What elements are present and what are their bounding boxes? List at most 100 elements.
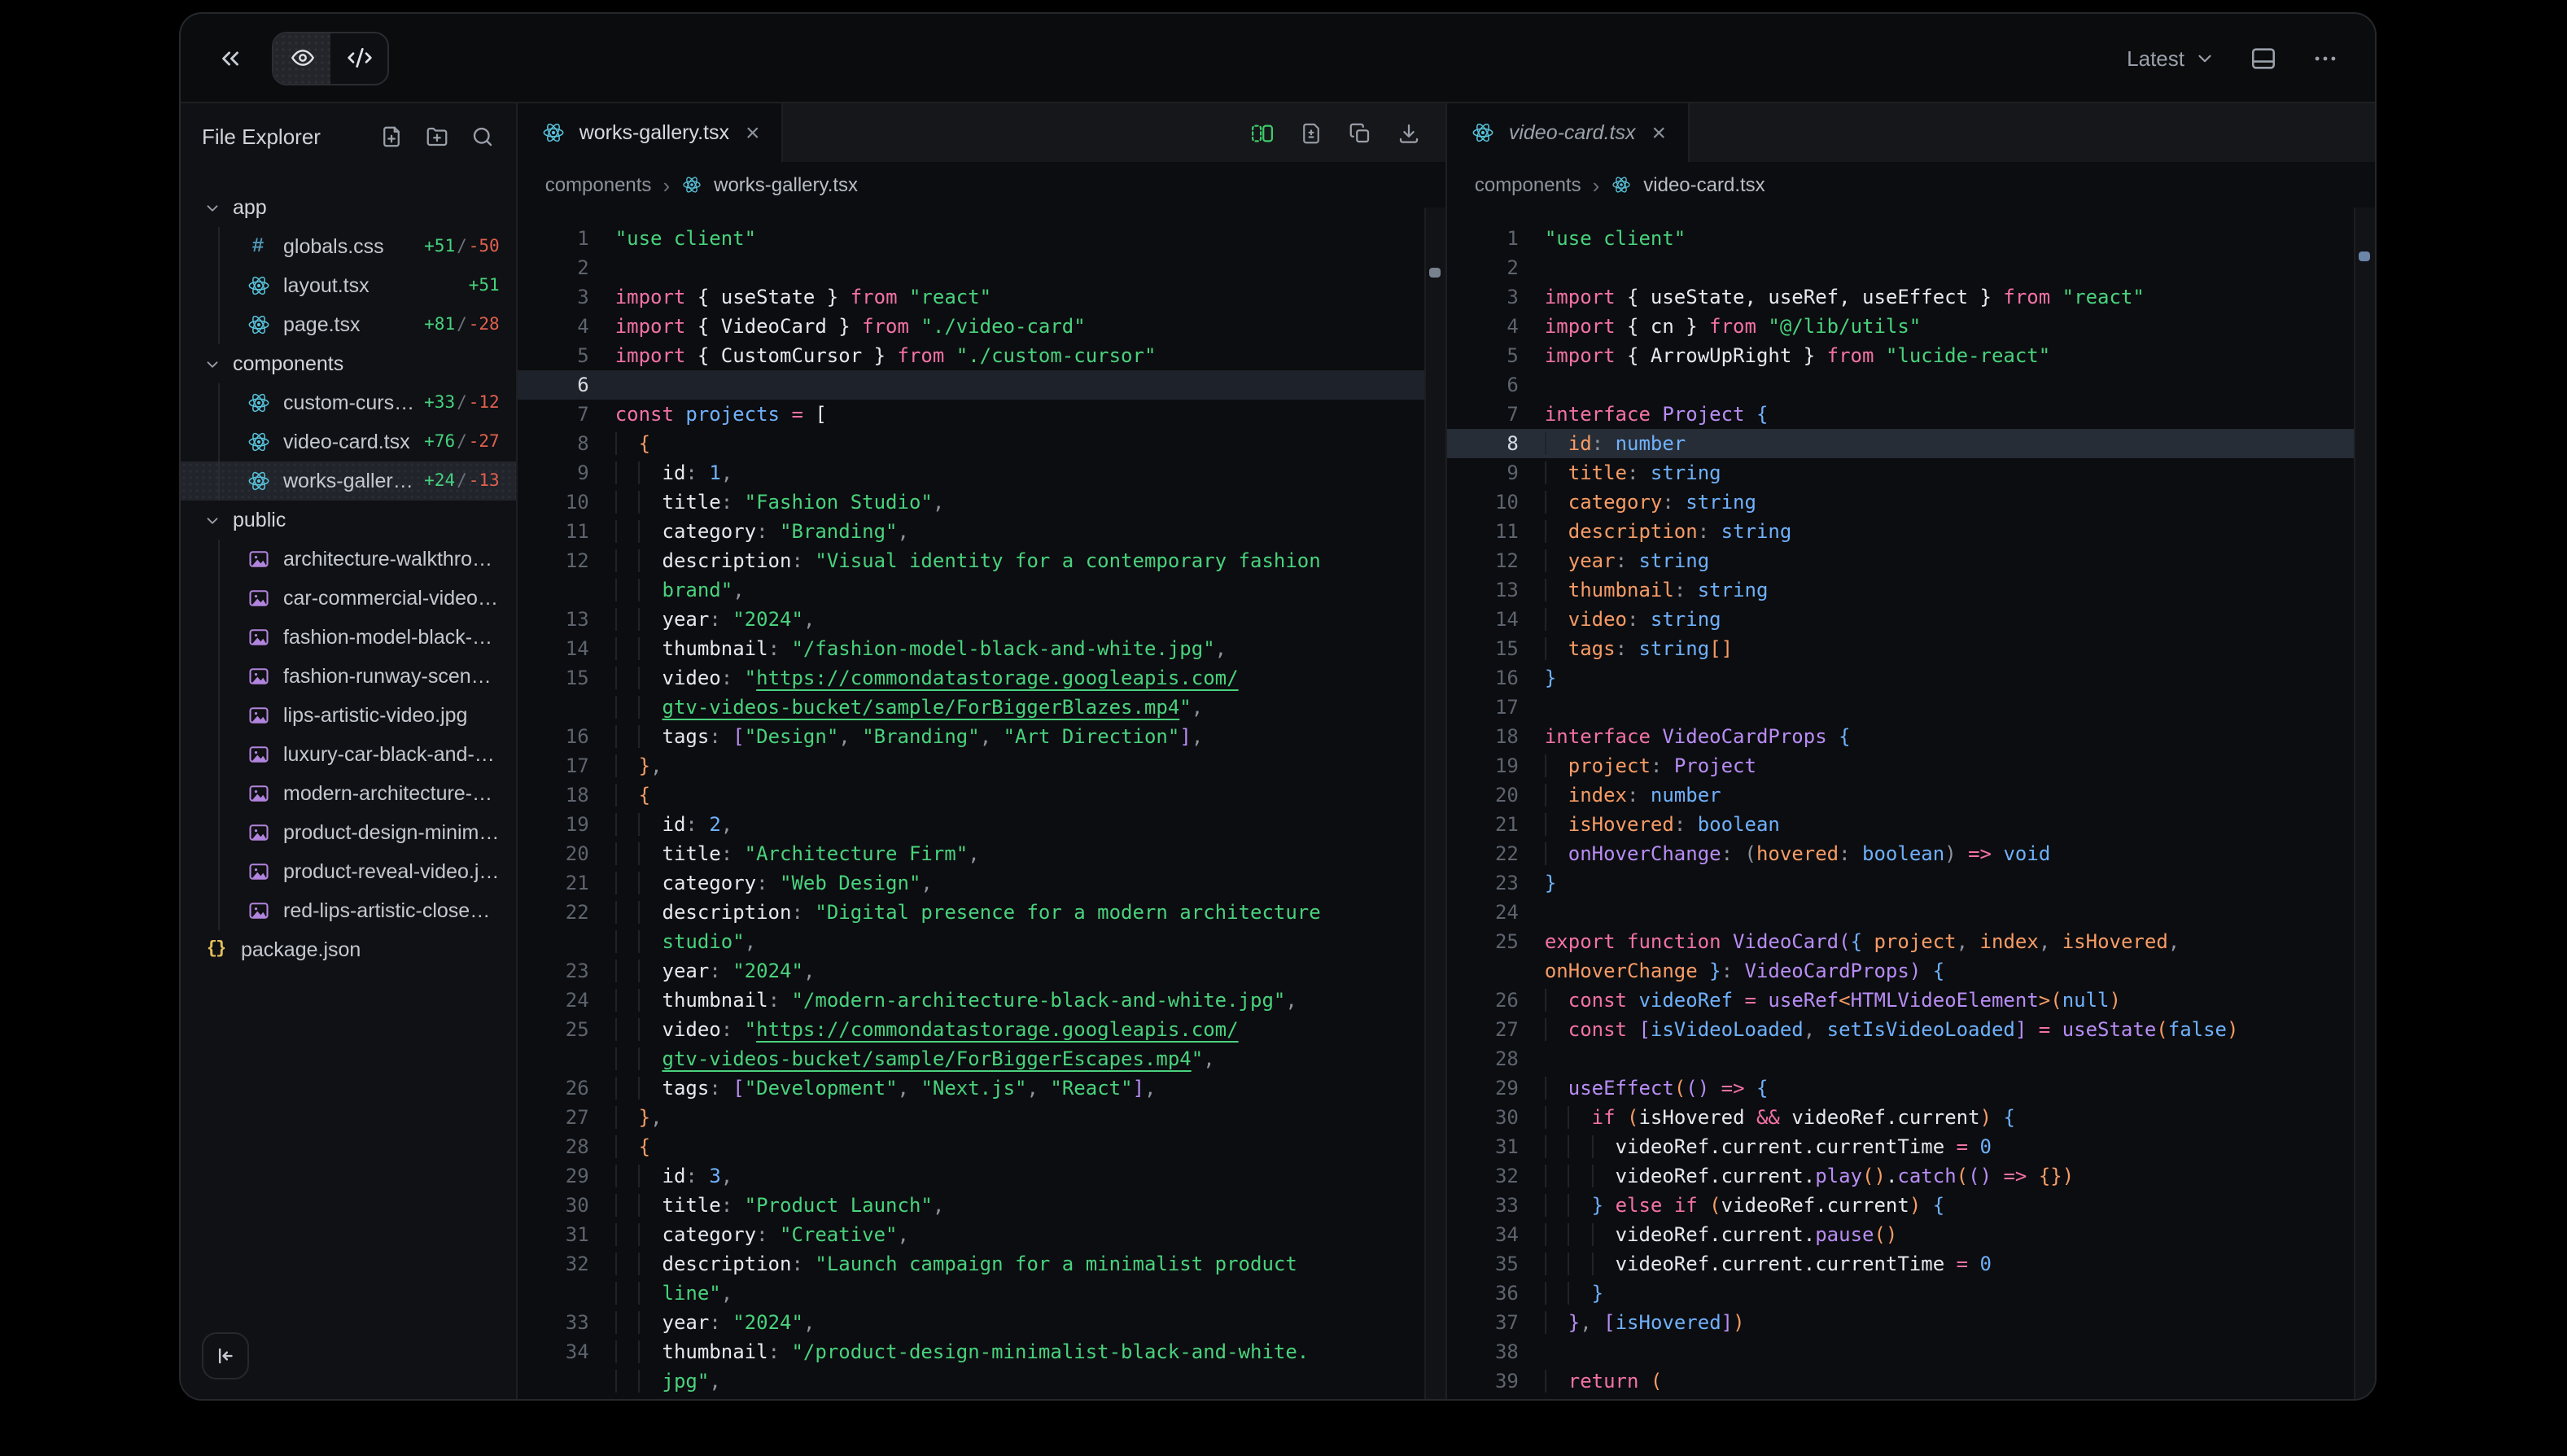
line-content: import { VideoCard } from "./video-card" bbox=[615, 312, 1445, 341]
breadcrumb-folder[interactable]: components bbox=[1475, 173, 1581, 196]
line-number: 25 bbox=[1447, 927, 1545, 956]
code-toggle-button[interactable] bbox=[330, 33, 387, 83]
file-label: product-reveal-video.j… bbox=[283, 860, 499, 883]
line-content: description: "Launch campaign for a mini… bbox=[615, 1249, 1445, 1279]
tree-file-fashion-runway-scen-[interactable]: fashion-runway-scen… bbox=[181, 657, 516, 696]
code-line-26: 26 const videoRef = useRef<HTMLVideoElem… bbox=[1447, 986, 2375, 1015]
tree-file-lips-artistic-video.jpg[interactable]: lips-artistic-video.jpg bbox=[181, 696, 516, 735]
version-dropdown[interactable]: Latest bbox=[2127, 46, 2215, 70]
chevron-down-icon[interactable] bbox=[203, 355, 221, 373]
chevron-down-icon[interactable] bbox=[203, 199, 221, 216]
image-file-icon bbox=[246, 547, 270, 571]
line-number: 5 bbox=[1447, 341, 1545, 370]
eye-icon bbox=[289, 45, 315, 71]
download-icon[interactable] bbox=[1397, 120, 1421, 145]
line-number: 22 bbox=[518, 898, 615, 927]
line-content: video: string bbox=[1545, 605, 2375, 634]
file-diff-icon[interactable] bbox=[1299, 120, 1323, 145]
tab-video-card[interactable]: video-card.tsx × bbox=[1447, 103, 1689, 162]
tree-file-luxury-car-black-and-[interactable]: luxury-car-black-and-… bbox=[181, 735, 516, 774]
line-number: 15 bbox=[518, 663, 615, 693]
breadcrumb-folder[interactable]: components bbox=[545, 173, 652, 196]
tree-file-red-lips-artistic-close-[interactable]: red-lips-artistic-close… bbox=[181, 891, 516, 930]
tree-file-globals.css[interactable]: #globals.css+51/-50 bbox=[181, 227, 516, 266]
tree-file-product-design-minim-[interactable]: product-design-minim… bbox=[181, 813, 516, 852]
image-file-icon bbox=[246, 781, 270, 806]
line-number: 21 bbox=[518, 868, 615, 898]
code-line-21: 21 category: "Web Design", bbox=[518, 868, 1445, 898]
code-line-10: 10 title: "Fashion Studio", bbox=[518, 488, 1445, 517]
line-content: const videoRef = useRef<HTMLVideoElement… bbox=[1545, 986, 2375, 1015]
line-number: 20 bbox=[518, 839, 615, 868]
line-content: description: "Digital presence for a mod… bbox=[615, 898, 1445, 927]
line-number: 26 bbox=[1447, 986, 1545, 1015]
tree-folder-components[interactable]: components bbox=[181, 344, 516, 383]
code-line-22: 22 description: "Digital presence for a … bbox=[518, 898, 1445, 927]
line-content: "use client" bbox=[1545, 224, 2375, 253]
code-line-31: 31 videoRef.current.currentTime = 0 bbox=[1447, 1132, 2375, 1161]
line-content: const [isVideoLoaded, setIsVideoLoaded] … bbox=[1545, 1015, 2375, 1044]
code-line-wrap: line", bbox=[518, 1279, 1445, 1308]
tree-file-architecture-walkthro-[interactable]: architecture-walkthro… bbox=[181, 540, 516, 579]
search-icon[interactable] bbox=[470, 125, 495, 149]
more-options-icon[interactable] bbox=[2311, 44, 2339, 72]
copy-icon[interactable] bbox=[1348, 120, 1372, 145]
tree-file-custom-curs-[interactable]: custom-curs…+33/-12 bbox=[181, 383, 516, 422]
code-line-11: 11 category: "Branding", bbox=[518, 517, 1445, 546]
code-editor-video-card[interactable]: 1"use client"23import { useState, useRef… bbox=[1447, 208, 2375, 1399]
tree-file-works-galler-[interactable]: works-galler…+24/-13 bbox=[181, 461, 516, 501]
tree-file-product-reveal-video.j-[interactable]: product-reveal-video.j… bbox=[181, 852, 516, 891]
image-file-icon bbox=[246, 703, 270, 728]
code-line-24: 24 thumbnail: "/modern-architecture-blac… bbox=[518, 986, 1445, 1015]
breadcrumb-file[interactable]: video-card.tsx bbox=[1643, 173, 1765, 196]
line-content: title: "Fashion Studio", bbox=[615, 488, 1445, 517]
tree-file-modern-architecture-[interactable]: modern-architecture-… bbox=[181, 774, 516, 813]
tree-folder-app[interactable]: app bbox=[181, 188, 516, 227]
image-file-icon bbox=[246, 742, 270, 767]
code-editor-works-gallery[interactable]: 1"use client"23import { useState } from … bbox=[518, 208, 1445, 1399]
code-line-4: 4import { VideoCard } from "./video-card… bbox=[518, 312, 1445, 341]
file-label: components bbox=[233, 352, 343, 375]
preview-toggle-button[interactable] bbox=[273, 33, 330, 83]
tree-file-fashion-model-black-[interactable]: fashion-model-black-… bbox=[181, 618, 516, 657]
line-content bbox=[1545, 1044, 2375, 1073]
split-view-icon[interactable] bbox=[1250, 120, 1275, 145]
collapse-sidebar-button[interactable] bbox=[202, 1332, 249, 1379]
code-line-34: 34 videoRef.current.pause() bbox=[1447, 1220, 2375, 1249]
line-content bbox=[1545, 1337, 2375, 1366]
file-label: lips-artistic-video.jpg bbox=[283, 704, 467, 727]
editor-actions bbox=[1250, 103, 1445, 162]
code-line-5: 5import { CustomCursor } from "./custom-… bbox=[518, 341, 1445, 370]
line-number bbox=[518, 1279, 615, 1308]
tree-file-car-commercial-video-[interactable]: car-commercial-video… bbox=[181, 579, 516, 618]
close-icon[interactable]: × bbox=[1651, 120, 1666, 145]
line-content: interface Project { bbox=[1545, 400, 2375, 429]
line-number: 20 bbox=[1447, 780, 1545, 810]
line-number: 8 bbox=[1447, 429, 1545, 458]
editor-window: Latest File Explorer app#globals.css+51 bbox=[179, 12, 2377, 1401]
tree-folder-public[interactable]: public bbox=[181, 501, 516, 540]
scrollbar-thumb[interactable] bbox=[1429, 268, 1441, 278]
diff-stats: +33/-12 bbox=[414, 393, 500, 413]
line-number: 5 bbox=[518, 341, 615, 370]
tree-file-page.tsx[interactable]: page.tsx+81/-28 bbox=[181, 305, 516, 344]
tree-file-package.json[interactable]: {}package.json bbox=[181, 930, 516, 969]
scrollbar[interactable] bbox=[2354, 208, 2375, 1399]
tree-file-layout.tsx[interactable]: layout.tsx+51 bbox=[181, 266, 516, 305]
new-folder-icon[interactable] bbox=[425, 125, 449, 149]
scrollbar[interactable] bbox=[1424, 208, 1445, 1399]
chevrons-left-icon[interactable] bbox=[216, 44, 244, 72]
line-content: videoRef.current.currentTime = 0 bbox=[1545, 1132, 2375, 1161]
scrollbar-thumb[interactable] bbox=[2359, 251, 2370, 261]
close-icon[interactable]: × bbox=[746, 120, 760, 145]
file-label: architecture-walkthro… bbox=[283, 548, 492, 571]
new-file-icon[interactable] bbox=[379, 125, 404, 149]
code-line-16: 16} bbox=[1447, 663, 2375, 693]
tab-works-gallery[interactable]: works-gallery.tsx × bbox=[518, 103, 783, 162]
panel-layout-icon[interactable] bbox=[2250, 44, 2277, 72]
code-line-1: 1"use client" bbox=[518, 224, 1445, 253]
breadcrumb-file[interactable]: works-gallery.tsx bbox=[714, 173, 858, 196]
line-content: import { useState } from "react" bbox=[615, 282, 1445, 312]
chevron-down-icon[interactable] bbox=[203, 511, 221, 529]
tree-file-video-card.tsx[interactable]: video-card.tsx+76/-27 bbox=[181, 422, 516, 461]
